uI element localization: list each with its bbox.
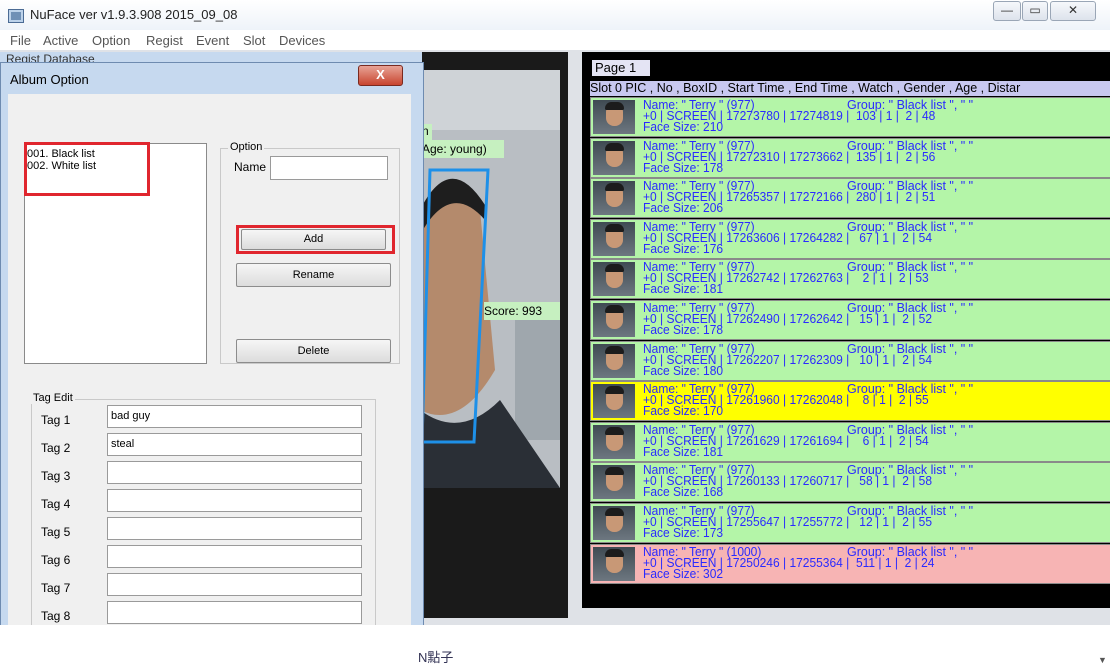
highlight-box-albums <box>24 142 150 196</box>
camera-score-label: Score: 993 <box>484 302 560 320</box>
album-option-dialog: Album Option X 001. Black list 002. Whit… <box>0 62 424 671</box>
add-button[interactable]: Add <box>241 229 386 250</box>
face-entry[interactable]: Name: " Terry " (977) Group: " Black list… <box>590 137 1110 178</box>
face-thumbnail <box>593 303 635 337</box>
rename-button[interactable]: Rename <box>236 263 391 287</box>
face-entry[interactable]: Name: " Terry " (977) Group: " Black list… <box>590 381 1110 422</box>
face-entry[interactable]: Name: " Terry " (977) Group: " Black list… <box>590 218 1110 259</box>
face-thumbnail <box>593 262 635 297</box>
dialog-title: Album Option <box>10 72 89 87</box>
face-size: Face Size: 210 <box>643 120 724 134</box>
face-size: Face Size: 181 <box>643 444 724 459</box>
face-entry[interactable]: Name: " Terry " (977) Group: " Black list… <box>590 462 1110 503</box>
menu-regist[interactable]: Regist <box>146 33 183 48</box>
bottom-text: N點子 <box>418 650 454 665</box>
tag5-input[interactable] <box>107 517 362 540</box>
bottom-strip <box>0 625 1110 671</box>
window-title: NuFace ver v1.9.3.908 2015_09_08 <box>30 7 238 22</box>
minimize-button[interactable]: — <box>993 1 1021 21</box>
tag3-input[interactable] <box>107 461 362 484</box>
tag8-label: Tag 8 <box>41 609 71 623</box>
face-entry[interactable]: Name: " Terry " (977) Group: " Black list… <box>590 178 1110 219</box>
app-icon <box>8 9 24 23</box>
name-input[interactable] <box>270 156 388 180</box>
face-thumbnail <box>593 546 635 581</box>
face-size: Face Size: 173 <box>643 526 724 540</box>
tag7-input[interactable] <box>107 573 362 596</box>
menu-option[interactable]: Option <box>92 33 130 48</box>
tag8-input[interactable] <box>107 601 362 624</box>
face-thumbnail <box>593 343 635 378</box>
face-entry[interactable]: Name: " Terry " (1000) Group: " Black lis… <box>590 543 1110 584</box>
menu-event[interactable]: Event <box>196 33 229 48</box>
menu-active[interactable]: Active <box>43 33 78 48</box>
menu-bar: File Active Option Regist Event Slot Dev… <box>0 30 1110 50</box>
camera-age-label: Age: young) <box>422 140 504 158</box>
face-entry[interactable]: Name: " Terry " (977) Group: " Black list… <box>590 259 1110 300</box>
name-label: Name <box>234 160 267 174</box>
face-thumbnail <box>593 384 635 419</box>
face-size: Face Size: 178 <box>643 160 724 175</box>
page-label[interactable]: Page 1 <box>592 60 650 76</box>
face-entry[interactable]: Name: " Terry " (977) Group: " Black list… <box>590 97 1110 137</box>
face-size: Face Size: 206 <box>643 201 724 216</box>
tag5-label: Tag 5 <box>41 525 71 539</box>
dialog-body: 001. Black list 002. White list Option N… <box>8 94 411 664</box>
menu-slot[interactable]: Slot <box>243 33 265 48</box>
face-entry[interactable]: Name: " Terry " (977) Group: " Black list… <box>590 340 1110 381</box>
maximize-button[interactable]: ▭ <box>1022 1 1048 21</box>
face-thumbnail <box>593 181 635 216</box>
scroll-down-icon[interactable]: ▼ <box>1098 655 1107 665</box>
face-entry[interactable]: Name: " Terry " (977) Group: " Black list… <box>590 503 1110 543</box>
face-size: Face Size: 168 <box>643 485 724 500</box>
camera-scene <box>420 70 560 488</box>
face-size: Face Size: 302 <box>643 566 724 581</box>
face-thumbnail <box>593 100 635 134</box>
face-size: Face Size: 176 <box>643 241 724 256</box>
tag4-label: Tag 4 <box>41 497 71 511</box>
main-title-bar: NuFace ver v1.9.3.908 2015_09_08 — ▭ ✕ <box>0 0 1110 30</box>
tag2-input[interactable]: steal <box>107 433 362 456</box>
tag2-label: Tag 2 <box>41 441 71 455</box>
tag1-input[interactable]: bad guy <box>107 405 362 428</box>
face-thumbnail <box>593 221 635 256</box>
face-size: Face Size: 178 <box>643 323 724 337</box>
tag3-label: Tag 3 <box>41 469 71 483</box>
dialog-close-button[interactable]: X <box>358 65 403 86</box>
tag6-label: Tag 6 <box>41 553 71 567</box>
tag-edit-title: Tag Edit <box>31 392 75 404</box>
tag7-label: Tag 7 <box>41 581 71 595</box>
face-entry[interactable]: Name: " Terry " (977) Group: " Black list… <box>590 300 1110 340</box>
menu-devices[interactable]: Devices <box>279 33 325 48</box>
face-thumbnail <box>593 465 635 500</box>
camera-view <box>420 70 560 488</box>
face-size: Face Size: 181 <box>643 282 724 297</box>
slot-header: Slot 0 PIC , No , BoxID , Start Time , E… <box>590 81 1110 96</box>
tag4-input[interactable] <box>107 489 362 512</box>
close-window-button[interactable]: ✕ <box>1050 1 1096 21</box>
face-entry[interactable]: Name: " Terry " (977) Group: " Black list… <box>590 421 1110 462</box>
option-groupbox <box>220 148 400 364</box>
tag1-label: Tag 1 <box>41 413 71 427</box>
face-size: Face Size: 180 <box>643 363 724 378</box>
face-thumbnail <box>593 424 635 459</box>
menu-file[interactable]: File <box>10 33 31 48</box>
face-thumbnail <box>593 506 635 540</box>
tag6-input[interactable] <box>107 545 362 568</box>
face-thumbnail <box>593 140 635 175</box>
option-group-title: Option <box>228 141 265 153</box>
delete-button[interactable]: Delete <box>236 339 391 363</box>
face-size: Face Size: 170 <box>643 404 724 419</box>
